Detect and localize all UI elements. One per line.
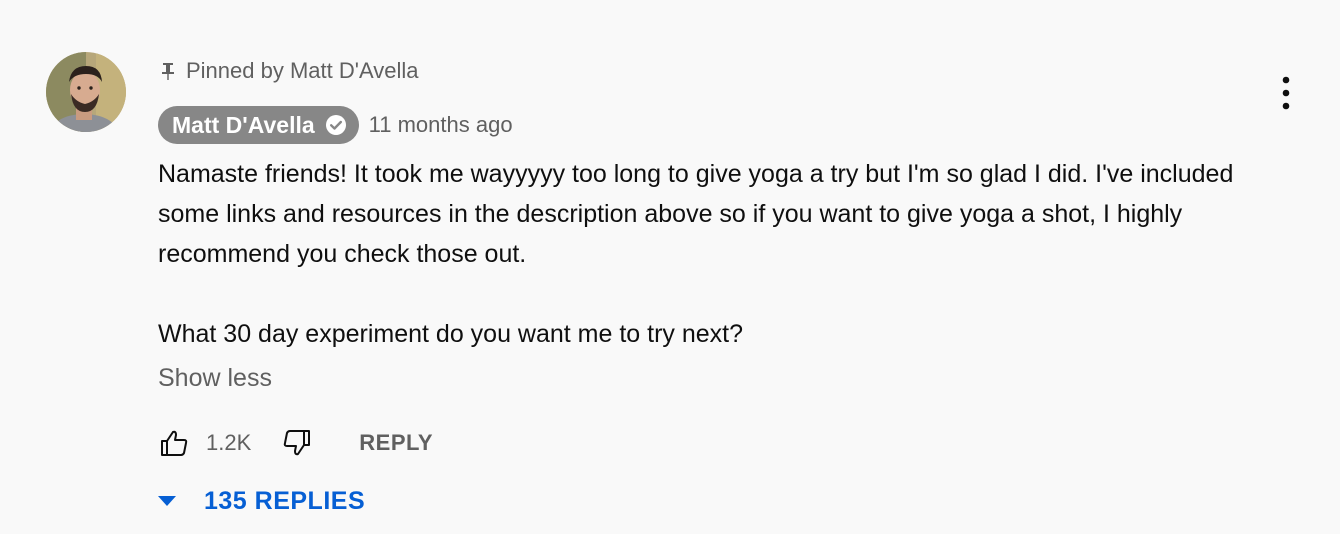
reply-button[interactable]: REPLY [359, 430, 433, 456]
like-count: 1.2K [206, 430, 252, 455]
comment-paragraph: Namaste friends! It took me wayyyyy too … [158, 160, 1234, 268]
verified-check-icon [325, 115, 346, 135]
replies-label: 135 REPLIES [204, 486, 366, 515]
like-button[interactable] [158, 427, 190, 459]
thumbs-up-icon [161, 430, 188, 456]
dislike-button[interactable] [281, 427, 313, 459]
comment-timestamp[interactable]: 11 months ago [369, 112, 513, 138]
view-replies-button[interactable]: 135 REPLIES [156, 482, 365, 520]
comment-paragraph: What 30 day experiment do you want me to… [158, 320, 744, 348]
pin-icon [162, 63, 174, 80]
show-less-button[interactable]: Show less [158, 364, 272, 393]
caret-down-icon [158, 496, 176, 506]
author-name: Matt D'Avella [172, 111, 315, 138]
pinned-indicator: Pinned by Matt D'Avella [160, 58, 418, 84]
author-badge[interactable]: Matt D'Avella [158, 106, 359, 144]
avatar-image [46, 52, 126, 132]
pinned-label: Pinned by Matt D'Avella [186, 58, 419, 83]
comment-body: Namaste friends! It took me wayyyyy too … [158, 154, 1258, 354]
comment-actions: 1.2K REPLY [158, 424, 433, 462]
thumbs-down-icon [284, 430, 311, 456]
comment-header: Matt D'Avella 11 months ago [158, 106, 513, 144]
avatar[interactable] [46, 52, 126, 132]
pinned-comment: Pinned by Matt D'Avella Matt D'Avella 11… [0, 0, 1340, 534]
more-vertical-icon[interactable] [1272, 74, 1300, 114]
